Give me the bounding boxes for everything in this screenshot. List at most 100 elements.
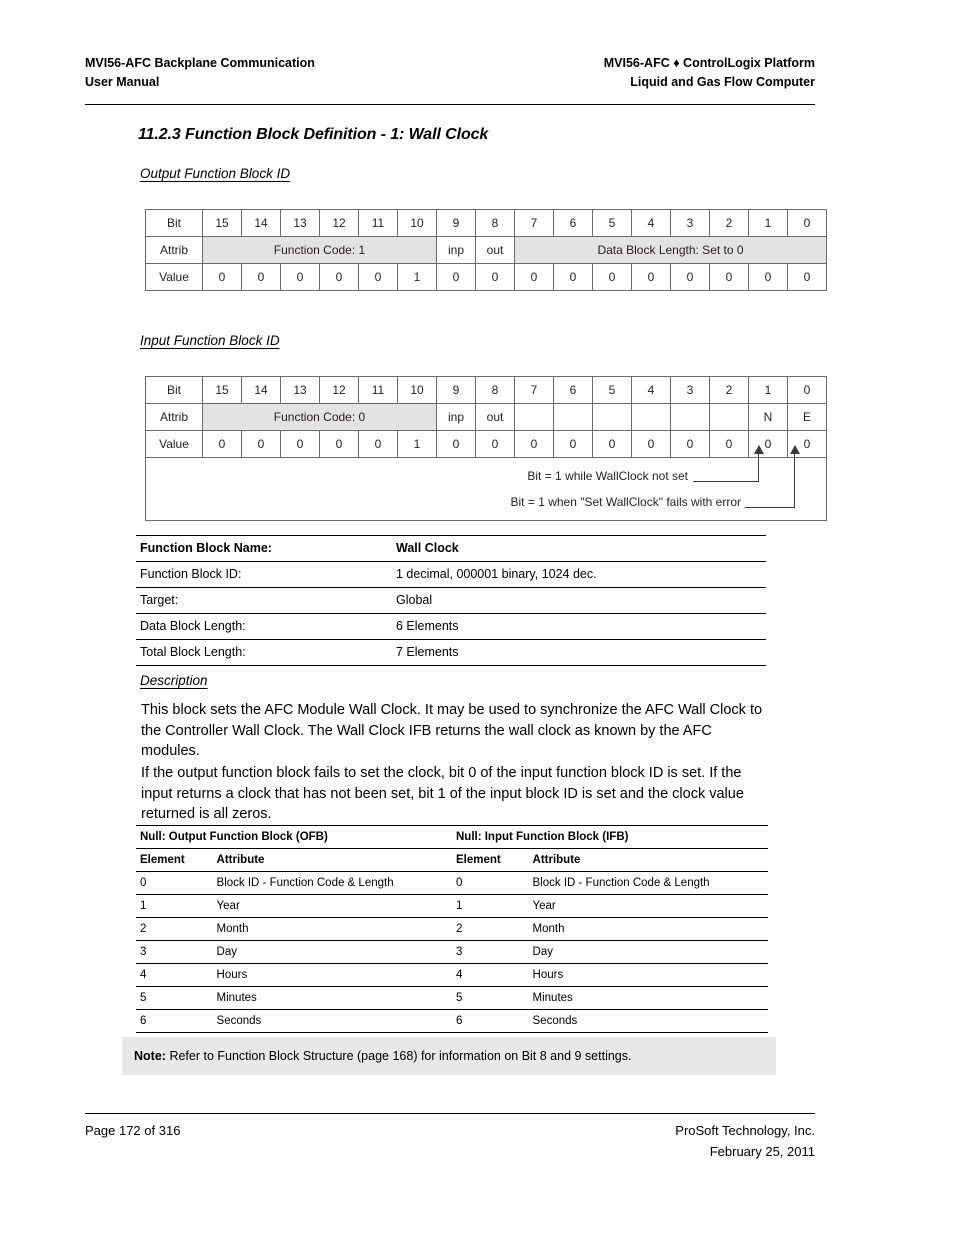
bit-value-11: 0 [358,263,398,291]
ofb-element: 2 [136,917,213,941]
function-block-spec-table: Function Block Name: Wall Clock Function… [136,535,766,666]
ifb-element: 4 [451,963,529,987]
ifb-element: 6 [451,1009,529,1033]
ifb-attribute: Day [528,940,768,964]
column-header-attribute-ofb: Attribute [212,848,452,872]
spec-value-id: 1 decimal, 000001 binary, 1024 dec. [392,561,766,588]
spec-value-name: Wall Clock [392,535,766,562]
note-text: Refer to Function Block Structure (page … [169,1049,632,1063]
ofb-attribute: Block ID - Function Code & Length [212,871,452,895]
ofb-attribute: Minutes [212,986,452,1010]
spec-key-total-block-length: Total Block Length: [136,639,392,666]
bit-row: Bit 15 14 13 12 11 10 9 8 7 6 5 4 3 2 1 … [145,209,827,237]
attrib-inp: inp [436,403,476,431]
bit-header-14: 14 [241,376,281,404]
header-divider [85,104,815,105]
bit-header-0: 0 [787,376,827,404]
bit-header-1: 1 [748,209,788,237]
bit-header-1: 1 [748,376,788,404]
bit-header-13: 13 [280,376,320,404]
attrib-out: out [475,403,515,431]
annotation-bit0-text: Bit = 1 when "Set WallClock" fails with … [510,495,741,509]
bit-value-13: 0 [280,430,320,458]
spec-key-id: Function Block ID: [136,561,392,588]
bit-header-5: 5 [592,209,632,237]
ofb-element: 6 [136,1009,213,1033]
ifb-element: 3 [451,940,529,964]
bit-header-3: 3 [670,376,710,404]
annotation-bit0-leader-horizontal [745,507,795,509]
ofb-attribute: Year [212,894,452,918]
description-label: Description [140,673,208,688]
ofb-ifb-element-table: Null: Output Function Block (OFB) Null: … [136,825,768,1033]
table-row: 5 Minutes 5 Minutes [136,986,768,1010]
bit-value-14: 0 [241,430,281,458]
bit-header-2: 2 [709,376,749,404]
footer-divider [85,1113,815,1114]
attrib-data-block-length: Data Block Length: Set to 0 [514,236,827,264]
bit-header-9: 9 [436,209,476,237]
ifb-attribute: Minutes [528,986,768,1010]
arrow-up-icon [789,445,800,454]
description-paragraph-1: This block sets the AFC Module Wall Cloc… [141,702,763,759]
header-left-line2: User Manual [85,75,160,89]
bit-value-13: 0 [280,263,320,291]
attrib-e-flag: E [787,403,827,431]
bit-value-6: 0 [553,430,593,458]
attrib-empty-6 [553,403,593,431]
bit-header-11: 11 [358,376,398,404]
table-row: 6 Seconds 6 Seconds [136,1009,768,1033]
bit-value-6: 0 [553,263,593,291]
header-left-line1: MVI56-AFC Backplane Communication [85,56,315,70]
ifb-element: 5 [451,986,529,1010]
bit-value-10: 1 [397,263,437,291]
section-heading: 11.2.3 Function Block Definition - 1: Wa… [138,126,489,143]
attrib-row: Attrib Function Code: 0 inp out N E [145,403,827,431]
ifb-attribute: Hours [528,963,768,987]
group-header-ifb: Null: Input Function Block (IFB) [451,825,768,849]
page-header: MVI56-AFC Backplane Communication User M… [85,54,815,92]
ofb-element: 0 [136,871,213,895]
spec-key-data-block-length: Data Block Length: [136,613,392,640]
ifb-attribute: Year [528,894,768,918]
note-callout: Note: Refer to Function Block Structure … [122,1037,776,1075]
bit-header-10: 10 [397,209,437,237]
bit-row: Bit 15 14 13 12 11 10 9 8 7 6 5 4 3 2 1 … [145,376,827,404]
bit-header-9: 9 [436,376,476,404]
table-column-header-row: Element Attribute Element Attribute [136,848,768,872]
annotation-area: Bit = 1 while WallClock not set Bit = 1 … [146,445,826,520]
bit-header-5: 5 [592,376,632,404]
bit-header-13: 13 [280,209,320,237]
arrow-up-icon [753,445,764,454]
bit-value-15: 0 [202,263,242,291]
bit-value-5: 0 [592,430,632,458]
ifb-attribute: Block ID - Function Code & Length [528,871,768,895]
bit-value-5: 0 [592,263,632,291]
bit-value-2: 0 [709,263,749,291]
bit-value-9: 0 [436,263,476,291]
bit-value-7: 0 [514,430,554,458]
footer-date: February 25, 2011 [709,1144,815,1159]
bit-value-14: 0 [241,263,281,291]
bit-value-15: 0 [202,430,242,458]
bit-value-12: 0 [319,263,359,291]
ifb-element: 1 [451,894,529,918]
input-function-block-id-label: Input Function Block ID [140,333,280,348]
bit-header-4: 4 [631,209,671,237]
spec-value-data-block-length: 6 Elements [392,613,766,640]
row-label-value: Value [145,430,203,458]
bit-header-4: 4 [631,376,671,404]
attrib-inp: inp [436,236,476,264]
annotation-bit1-text: Bit = 1 while WallClock not set [527,469,688,483]
spec-value-total-block-length: 7 Elements [392,639,766,666]
bit-value-7: 0 [514,263,554,291]
attrib-empty-2 [709,403,749,431]
ofb-element: 4 [136,963,213,987]
row-label-bit: Bit [145,376,203,404]
note-label: Note: [134,1049,166,1063]
table-row: Function Block Name: Wall Clock [136,535,766,562]
bit-header-6: 6 [553,209,593,237]
spec-key-name: Function Block Name: [136,535,392,562]
table-row: Target: Global [136,587,766,614]
header-right-line1: MVI56-AFC ♦ ControlLogix Platform [603,56,815,70]
